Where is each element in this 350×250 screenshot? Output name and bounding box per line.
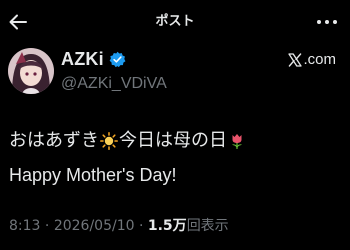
tulip-emoji-icon — [232, 134, 242, 149]
avatar[interactable] — [8, 48, 54, 94]
more-horizontal-icon — [317, 20, 337, 24]
top-bar: ポスト — [0, 0, 350, 46]
tweet-meta: 8:13 · 2026/05/10 · 1.5万回表示 — [9, 217, 229, 235]
views-label: 回表示 — [186, 218, 229, 234]
author-display-name[interactable]: AZKi — [61, 48, 126, 70]
page-title: ポスト — [155, 14, 195, 29]
tweet-text-part: 今日は母の日 — [119, 130, 227, 151]
tweet-text-part: おはあずき — [9, 130, 99, 151]
source-label: .com — [303, 51, 336, 68]
sun-emoji-icon — [100, 132, 118, 150]
verified-badge-icon — [109, 51, 126, 67]
views-count: 1.5万 — [147, 218, 187, 234]
x-logo-icon — [288, 53, 303, 67]
tweet-date[interactable]: 2026/05/10 — [54, 218, 135, 234]
tweet-text-line-1: おはあずき 今日は母の日 — [9, 129, 247, 153]
more-options-button[interactable] — [316, 14, 338, 30]
tweet-time[interactable]: 8:13 — [9, 218, 40, 234]
avatar-image — [8, 48, 54, 94]
author-handle[interactable]: @AZKi_VDiVA — [61, 74, 167, 94]
tweet-text-line-2: Happy Mother's Day! — [9, 165, 177, 185]
meta-separator: · — [40, 218, 54, 234]
source-link[interactable]: .com — [288, 51, 336, 69]
display-name-text: AZKi — [61, 49, 104, 69]
meta-separator: · — [134, 218, 148, 234]
